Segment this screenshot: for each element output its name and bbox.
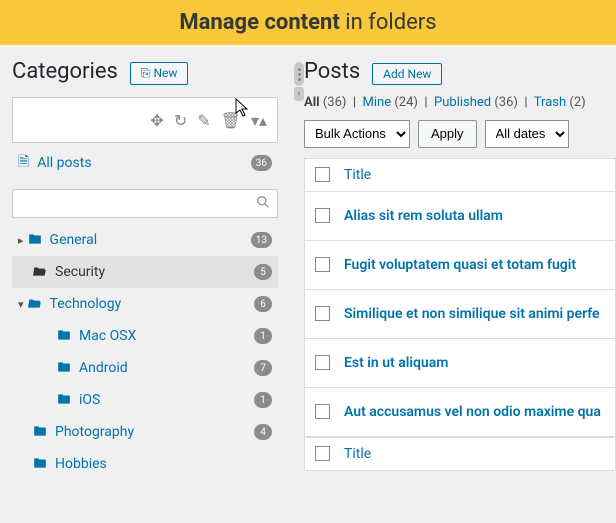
post-row[interactable]: Aut accusamus vel non odio maxime qua: [304, 388, 616, 437]
post-title[interactable]: Alias sit rem soluta ullam: [344, 208, 503, 224]
bulk-actions-select[interactable]: Bulk Actions: [304, 120, 410, 148]
post-title[interactable]: Est in ut aliquam: [344, 355, 448, 371]
folder-label: Security: [55, 264, 105, 280]
drag-grip-icon[interactable]: [294, 62, 304, 86]
folder-icon: [33, 424, 47, 440]
folder-row[interactable]: ▸ General 13: [12, 224, 278, 256]
select-all-checkbox-footer[interactable]: [315, 446, 330, 461]
row-checkbox[interactable]: [315, 306, 330, 321]
sort-icon[interactable]: ▾▴: [251, 111, 267, 130]
posts-panel: Posts Add New All (36) | Mine (24) | Pub…: [290, 45, 616, 520]
title-column-header[interactable]: Title: [344, 167, 371, 183]
count-badge: 4: [254, 424, 272, 440]
dates-select[interactable]: All dates: [485, 120, 569, 148]
all-posts-row[interactable]: 🗎 All posts 36: [12, 143, 278, 183]
banner: Manage content in folders: [0, 0, 616, 45]
folder-row[interactable]: ▾ Technology 6: [12, 288, 278, 320]
folder-icon: [33, 456, 47, 472]
folder-label: iOS: [79, 392, 100, 408]
new-folder-button[interactable]: ⎘New: [130, 62, 189, 85]
count-badge: 5: [254, 264, 272, 280]
row-checkbox[interactable]: [315, 257, 330, 272]
post-title[interactable]: Fugit voluptatem quasi et totam fugit: [344, 257, 576, 273]
count-badge: 6: [254, 296, 272, 312]
categories-panel: Categories ⎘New ✥ ↻ ✎ 🗑 ▾▴ 🗎 All posts 3…: [0, 45, 290, 520]
folder-label: Hobbies: [55, 456, 107, 472]
post-row[interactable]: Similique et non similique sit animi per…: [304, 290, 616, 339]
post-title[interactable]: Similique et non similique sit animi per…: [344, 306, 600, 322]
posts-heading: Posts: [304, 59, 360, 84]
folder-label: Mac OSX: [79, 328, 136, 344]
row-checkbox[interactable]: [315, 355, 330, 370]
folder-search: [12, 189, 278, 218]
refresh-icon[interactable]: ↻: [174, 111, 187, 130]
folder-label: Technology: [50, 296, 122, 312]
add-new-button[interactable]: Add New: [372, 63, 442, 85]
folder-toolbar: ✥ ↻ ✎ 🗑 ▾▴: [12, 97, 278, 143]
title-column-footer[interactable]: Title: [344, 446, 371, 462]
post-title[interactable]: Aut accusamus vel non odio maxime qua: [344, 404, 601, 420]
banner-rest: in folders: [340, 10, 437, 35]
select-all-checkbox[interactable]: [315, 167, 330, 182]
trash-icon[interactable]: 🗑: [221, 111, 241, 130]
row-checkbox[interactable]: [315, 208, 330, 223]
folder-icon: [57, 360, 71, 376]
folder-icon: [28, 232, 42, 248]
banner-strong: Manage content: [179, 10, 339, 35]
move-icon[interactable]: ✥: [150, 111, 163, 130]
post-row[interactable]: Fugit voluptatem quasi et totam fugit: [304, 241, 616, 290]
chevron-down-icon[interactable]: ▾: [18, 298, 24, 311]
search-icon: [256, 195, 270, 213]
folder-icon: [33, 264, 47, 280]
folder-row[interactable]: Photography 4: [12, 416, 278, 448]
folder-label: Android: [79, 360, 128, 376]
filter-link[interactable]: Trash: [534, 95, 566, 110]
document-icon: 🗎: [18, 151, 29, 175]
count-badge: 1: [254, 392, 272, 408]
filter-link[interactable]: Published: [434, 95, 491, 110]
apply-button[interactable]: Apply: [418, 120, 477, 148]
folder-label: General: [50, 232, 98, 248]
post-row[interactable]: Est in ut aliquam: [304, 339, 616, 388]
chevron-right-icon[interactable]: ▸: [18, 234, 24, 247]
folder-row[interactable]: Security 5: [12, 256, 278, 288]
count-badge: 1: [254, 328, 272, 344]
collapse-icon[interactable]: ‹: [294, 87, 304, 101]
count-badge: 7: [254, 360, 272, 376]
folder-row[interactable]: Mac OSX 1: [12, 320, 278, 352]
folder-row[interactable]: iOS 1: [12, 384, 278, 416]
folder-icon: [57, 328, 71, 344]
post-row[interactable]: Alias sit rem soluta ullam: [304, 192, 616, 241]
posts-table-footer: Title: [304, 437, 616, 471]
count-badge: 36: [251, 155, 272, 171]
plus-folder-icon: ⎘: [141, 66, 151, 80]
panel-divider[interactable]: ‹: [293, 62, 305, 101]
folder-icon: [28, 296, 42, 312]
post-filters: All (36) | Mine (24) | Published (36) | …: [304, 95, 616, 110]
filter-link[interactable]: Mine: [363, 95, 392, 110]
folder-label: Photography: [55, 424, 134, 440]
folder-row[interactable]: Android 7: [12, 352, 278, 384]
row-checkbox[interactable]: [315, 404, 330, 419]
posts-table-header: Title: [304, 158, 616, 192]
folder-search-input[interactable]: [12, 189, 278, 218]
edit-icon[interactable]: ✎: [197, 111, 210, 130]
count-badge: 13: [251, 232, 272, 248]
folder-icon: [57, 392, 71, 408]
categories-heading: Categories: [12, 59, 118, 84]
folder-row[interactable]: Hobbies: [12, 448, 278, 480]
